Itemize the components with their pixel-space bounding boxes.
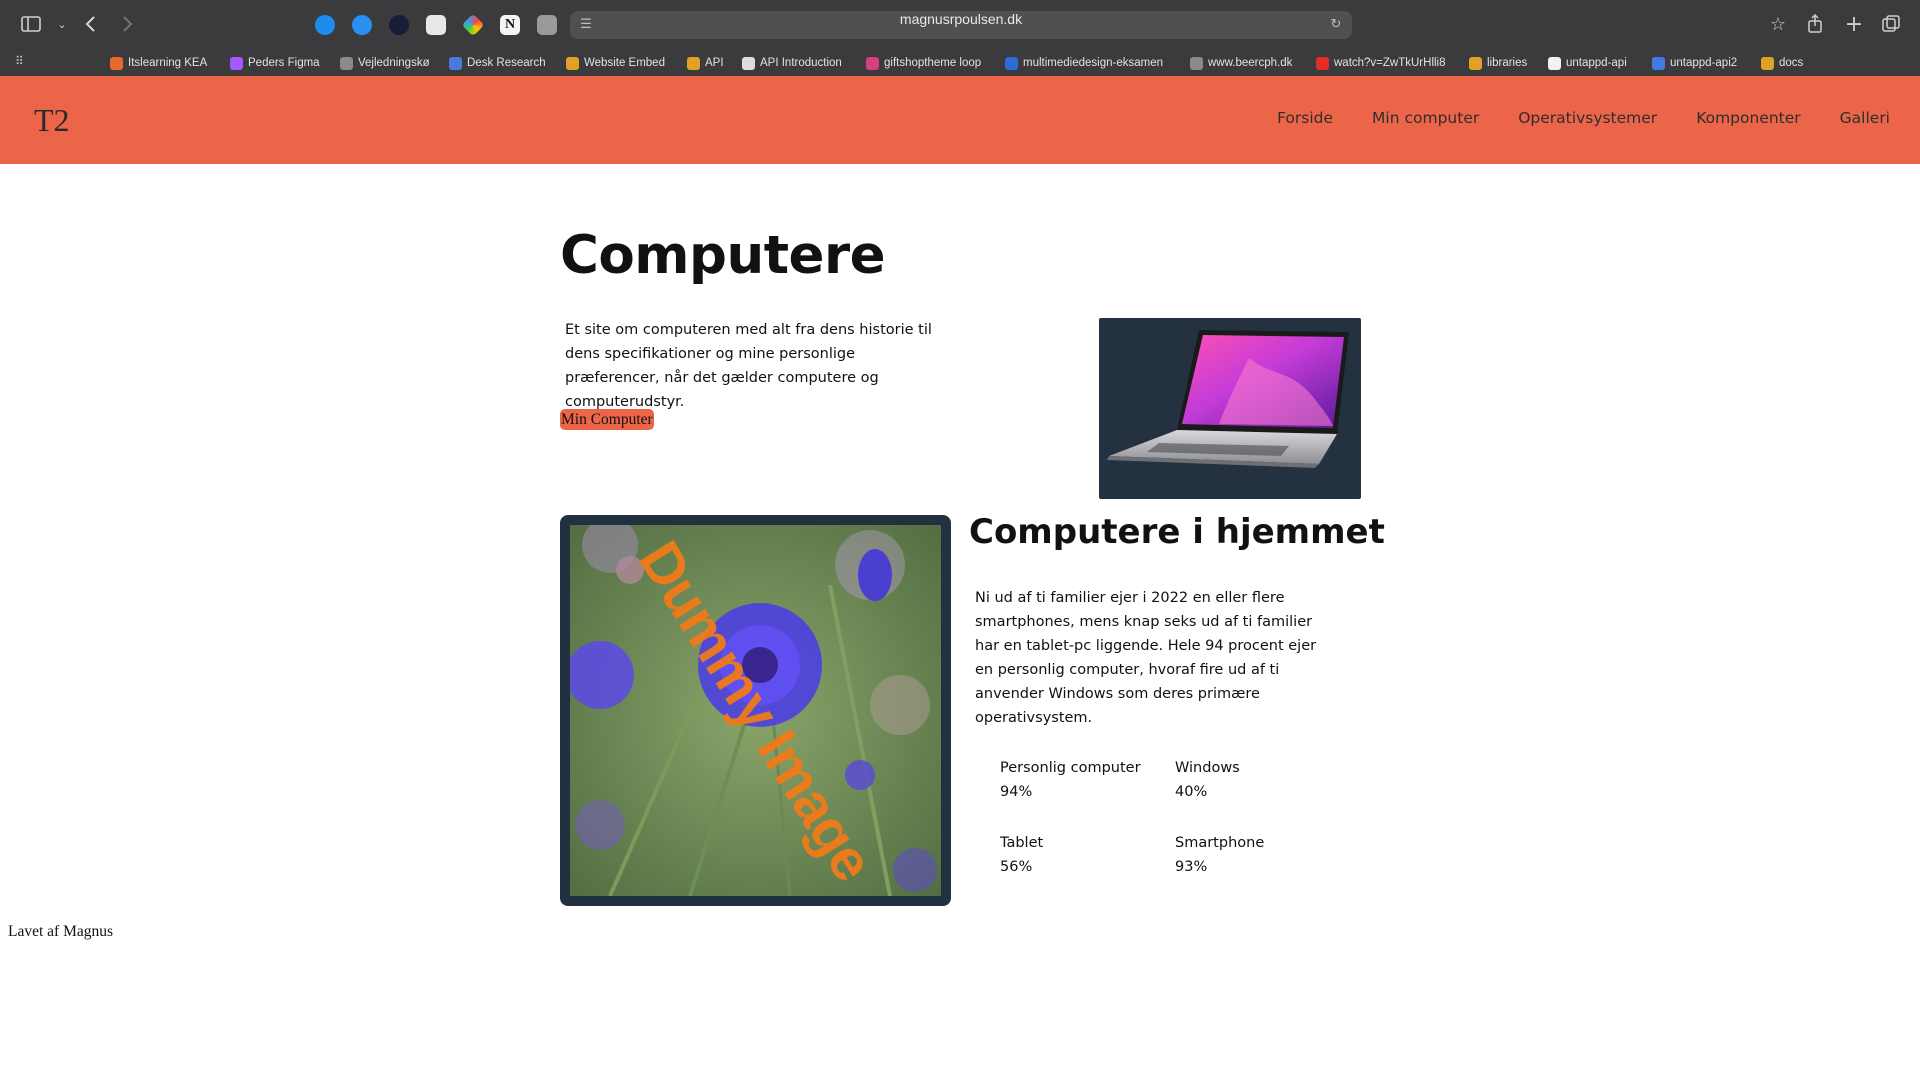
- nav-komponenter[interactable]: Komponenter: [1696, 109, 1800, 127]
- browser-toolbar: ⌄ N ☰ magnusrpoulsen.dk ↻ ☆ +: [0, 0, 1920, 50]
- bookmark-favicon-icon: [687, 56, 700, 70]
- bookmark-favicon-icon: [1005, 56, 1018, 70]
- share-icon[interactable]: [1804, 13, 1828, 37]
- stat-label: Tablet: [1000, 835, 1044, 851]
- nav-forside[interactable]: Forside: [1277, 109, 1333, 127]
- bookmark-item[interactable]: untappd-api: [1548, 53, 1627, 73]
- chevron-down-icon[interactable]: ⌄: [50, 13, 74, 37]
- bookmark-item[interactable]: Website Embed: [566, 53, 665, 73]
- bookmark-item[interactable]: watch?v=ZwTkUrHlli8: [1316, 53, 1446, 73]
- stat-value: 56%: [1000, 859, 1033, 875]
- bookmark-item[interactable]: API: [687, 53, 724, 73]
- notion-icon[interactable]: N: [500, 15, 520, 35]
- bookmark-label: giftshoptheme loop: [884, 57, 982, 69]
- bookmark-item[interactable]: multimediedesign-eksamen: [1005, 53, 1163, 73]
- bookmark-label: untappd-api: [1566, 57, 1627, 69]
- bookmark-favicon-icon: [110, 56, 123, 70]
- bookmark-label: Itslearning KEA: [128, 57, 208, 69]
- bookmark-favicon-icon: [1469, 56, 1482, 70]
- stat-value: 93%: [1175, 859, 1208, 875]
- section-description: Ni ud af ti familier ejer i 2022 en elle…: [975, 590, 1317, 726]
- bookmark-label: watch?v=ZwTkUrHlli8: [1334, 57, 1446, 69]
- stat-tablet: Tablet 56%: [1000, 831, 1170, 879]
- nav-min-computer[interactable]: Min computer: [1372, 109, 1479, 127]
- bookmark-label: API: [705, 57, 724, 69]
- forward-icon[interactable]: [116, 13, 140, 37]
- back-icon[interactable]: [80, 13, 104, 37]
- address-url: magnusrpoulsen.dk: [899, 11, 1023, 27]
- extension-send-icon[interactable]: [426, 15, 446, 35]
- bookmark-item[interactable]: Vejledningskø: [340, 53, 430, 73]
- extension-shield-icon[interactable]: [315, 15, 335, 35]
- bookmark-favicon-icon: [566, 56, 579, 70]
- bookmark-item[interactable]: API Introduction: [742, 53, 842, 73]
- bookmark-favicon-icon: [1548, 56, 1561, 70]
- bookmark-item[interactable]: untappd-api2: [1652, 53, 1737, 73]
- bookmark-label: Website Embed: [584, 57, 665, 69]
- bookmark-favicon-icon: [866, 56, 879, 70]
- bookmark-label: libraries: [1487, 57, 1528, 69]
- flower-photo: Dummy Image: [570, 525, 941, 896]
- stat-label: Personlig computer: [1000, 760, 1141, 776]
- sidebar-toggle-icon[interactable]: [20, 13, 44, 37]
- bookmark-favicon-icon: [1652, 56, 1665, 70]
- bookmark-item[interactable]: giftshoptheme loop: [866, 53, 981, 73]
- bookmark-favicon-icon: [230, 56, 243, 70]
- bookmark-label: docs: [1779, 57, 1804, 69]
- bookmarks-bar: Itslearning KEA Peders Figma Vejledningskø…: [0, 50, 1920, 76]
- address-bar[interactable]: ☰ magnusrpoulsen.dk ↻: [570, 11, 1352, 39]
- bookmark-item[interactable]: Desk Research: [449, 53, 546, 73]
- bookmark-favicon-icon: [1190, 56, 1203, 70]
- laptop-image: [1099, 318, 1361, 499]
- tab-overview-icon[interactable]: [1880, 13, 1904, 37]
- reload-icon[interactable]: ↻: [1328, 17, 1344, 33]
- bookmark-favicon-icon: [1761, 56, 1774, 70]
- bookmark-favicon-icon: [449, 56, 462, 70]
- bookmark-item[interactable]: Peders Figma: [230, 53, 320, 73]
- bookmark-label: multimediedesign-eksamen: [1023, 57, 1163, 69]
- stat-windows: Windows 40%: [1175, 756, 1345, 804]
- extension-blocker-icon[interactable]: [352, 15, 372, 35]
- main-nav: Forside Min computer Operativsystemer Ko…: [1238, 109, 1890, 127]
- bookmark-label: untappd-api2: [1670, 57, 1738, 69]
- stat-label: Windows: [1175, 760, 1240, 776]
- stat-label: Smartphone: [1175, 835, 1265, 851]
- stat-smartphone: Smartphone 93%: [1175, 831, 1345, 879]
- site-header: T2 Forside Min computer Operativsystemer…: [0, 76, 1920, 164]
- stat-value: 94%: [1000, 784, 1033, 800]
- extension-glasses-icon[interactable]: [537, 15, 557, 35]
- extension-dots-icon[interactable]: [389, 15, 409, 35]
- nav-operativsystemer[interactable]: Operativsystemer: [1518, 109, 1657, 127]
- hero-description: Et site om computeren med alt fra dens h…: [565, 322, 932, 410]
- bookmark-item[interactable]: docs: [1761, 53, 1803, 73]
- bookmark-label: Peders Figma: [248, 57, 320, 69]
- bookmark-label: Desk Research: [467, 57, 546, 69]
- bookmark-label: API Introduction: [760, 57, 842, 69]
- stat-personal-computer: Personlig computer 94%: [1000, 756, 1170, 804]
- browser-chrome: ⌄ N ☰ magnusrpoulsen.dk ↻ ☆ + ⠿ Itslearn…: [0, 0, 1920, 76]
- min-computer-button[interactable]: Min Computer: [560, 409, 654, 430]
- site-footer: Lavet af Magnus: [8, 923, 114, 940]
- bookmark-item[interactable]: Itslearning KEA: [110, 53, 207, 73]
- bookmark-item[interactable]: libraries: [1469, 53, 1527, 73]
- bookmark-favicon-icon: [1316, 56, 1329, 70]
- nav-galleri[interactable]: Galleri: [1840, 109, 1890, 127]
- page-title: Computere: [560, 225, 886, 286]
- bookmark-item[interactable]: www.beercph.dk: [1190, 53, 1292, 73]
- section-title: Computere i hjemmet: [969, 512, 1385, 552]
- site-logo[interactable]: T2: [34, 102, 70, 139]
- extension-color-icon[interactable]: [461, 13, 485, 37]
- bookmark-label: www.beercph.dk: [1208, 57, 1293, 69]
- bookmark-favicon-icon: [742, 56, 755, 70]
- dummy-image-card: Dummy Image: [560, 515, 951, 906]
- new-tab-icon[interactable]: +: [1842, 13, 1866, 37]
- stat-value: 40%: [1175, 784, 1208, 800]
- bookmark-favicon-icon: [340, 56, 353, 70]
- bookmark-star-icon[interactable]: ☆: [1766, 13, 1790, 37]
- bookmark-label: Vejledningskø: [358, 57, 430, 69]
